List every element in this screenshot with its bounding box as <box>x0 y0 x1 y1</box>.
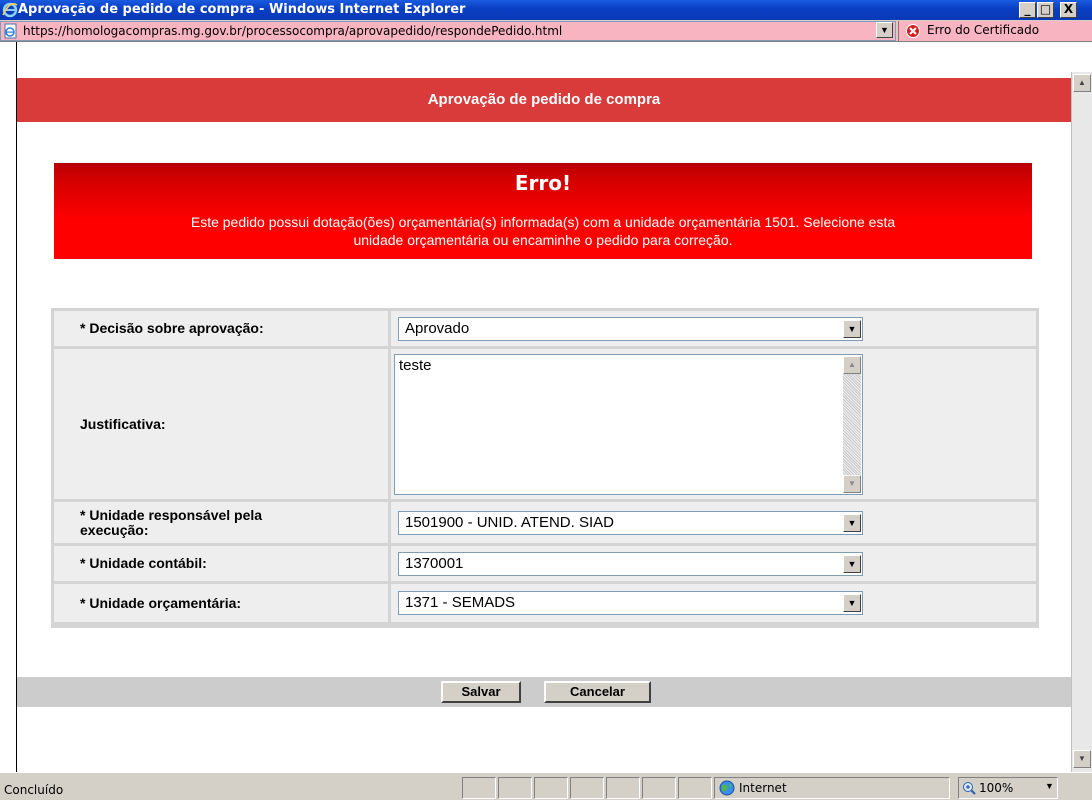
save-button[interactable]: Salvar <box>441 681 521 703</box>
justificativa-textarea[interactable]: teste ▲ ▼ <box>394 354 863 495</box>
unidade-orcamentaria-value: 1371 - SEMADS <box>405 594 516 611</box>
justificativa-value: teste <box>399 357 432 374</box>
approval-form: * Decisão sobre aprovação: Aprovado ▼ Ju… <box>51 308 1039 628</box>
error-message-line1: Este pedido possui dotação(ões) orçament… <box>190 214 896 230</box>
page-title: Aprovação de pedido de compra <box>17 78 1071 122</box>
dropdown-arrow-icon[interactable]: ▼ <box>843 320 861 338</box>
scroll-down-arrow-icon[interactable]: ▼ <box>843 475 861 493</box>
status-panel <box>678 777 712 799</box>
minimize-button[interactable]: _ <box>1019 2 1036 18</box>
status-panel <box>462 777 496 799</box>
unidade-contabil-value: 1370001 <box>405 555 464 572</box>
address-field[interactable]: https://homologacompras.mg.gov.br/proces… <box>0 21 896 41</box>
dropdown-arrow-icon[interactable]: ▼ <box>843 594 861 612</box>
zone-text: Internet <box>739 781 787 795</box>
unidade-contabil-cell: 1370001 ▼ <box>391 546 1036 581</box>
unidade-orcamentaria-label: * Unidade orçamentária: <box>54 584 388 622</box>
button-bar: Salvar Cancelar <box>17 677 1071 707</box>
unidade-contabil-select[interactable]: 1370001 ▼ <box>398 552 863 576</box>
address-bar: https://homologacompras.mg.gov.br/proces… <box>0 20 1092 42</box>
certificate-error-icon <box>906 24 920 38</box>
scroll-down-arrow-icon[interactable]: ▼ <box>1073 750 1091 768</box>
scroll-up-arrow-icon[interactable]: ▲ <box>843 356 861 374</box>
close-button[interactable]: X <box>1060 2 1077 18</box>
unidade-responsavel-select[interactable]: 1501900 - UNID. ATEND. SIAD ▼ <box>398 511 863 535</box>
zoom-level: 100% <box>979 781 1014 795</box>
status-bar: Concluído Internet 100% ▼ <box>0 772 1092 800</box>
status-panel <box>642 777 676 799</box>
maximize-button[interactable]: □ <box>1037 2 1054 18</box>
cancel-button[interactable]: Cancelar <box>544 681 651 703</box>
security-zone[interactable]: Internet <box>714 777 950 799</box>
certificate-error-button[interactable]: Erro do Certificado <box>898 21 1092 41</box>
status-text: Concluído <box>4 783 64 797</box>
window-titlebar: Aprovação de pedido de compra - Windows … <box>0 0 1092 20</box>
unidade-orcamentaria-cell: 1371 - SEMADS ▼ <box>391 584 1036 622</box>
decisao-value: Aprovado <box>405 320 470 337</box>
unidade-contabil-label: * Unidade contábil: <box>54 546 388 581</box>
decisao-label: * Decisão sobre aprovação: <box>54 311 388 346</box>
certificate-error-text: Erro do Certificado <box>927 23 1040 37</box>
unidade-responsavel-label-line1: * Unidade responsável pela <box>80 506 263 523</box>
window-left-edge <box>0 42 17 772</box>
dropdown-arrow-icon[interactable]: ▼ <box>843 555 861 573</box>
zoom-icon <box>963 782 976 795</box>
dropdown-arrow-icon[interactable]: ▼ <box>1045 781 1054 791</box>
status-panel <box>498 777 532 799</box>
unidade-responsavel-label: * Unidade responsável pela execução: <box>54 502 388 543</box>
unidade-responsavel-cell: 1501900 - UNID. ATEND. SIAD ▼ <box>391 502 1036 543</box>
decisao-select[interactable]: Aprovado ▼ <box>398 317 863 341</box>
dropdown-arrow-icon: ▼ <box>880 25 889 35</box>
page-icon <box>4 23 17 39</box>
status-panel <box>534 777 568 799</box>
unidade-responsavel-label-line2: execução: <box>80 521 149 538</box>
justificativa-label: Justificativa: <box>54 349 388 499</box>
justificativa-cell: teste ▲ ▼ <box>391 349 1036 499</box>
scroll-up-arrow-icon[interactable]: ▲ <box>1073 74 1091 92</box>
dropdown-arrow-icon[interactable]: ▼ <box>843 514 861 532</box>
status-panel <box>606 777 640 799</box>
error-title: Erro! <box>514 171 572 195</box>
decisao-cell: Aprovado ▼ <box>391 311 1036 346</box>
status-panel <box>570 777 604 799</box>
unidade-responsavel-value: 1501900 - UNID. ATEND. SIAD <box>405 514 614 531</box>
url-text: https://homologacompras.mg.gov.br/proces… <box>23 24 563 38</box>
error-message-line2: unidade orçamentária ou encaminhe o pedi… <box>353 232 733 248</box>
error-message-box: Erro! Este pedido possui dotação(ões) or… <box>54 163 1032 259</box>
textarea-scrollbar[interactable]: ▲ ▼ <box>843 356 861 493</box>
ie-logo-icon <box>2 2 18 18</box>
window-title: Aprovação de pedido de compra - Windows … <box>18 2 466 17</box>
zoom-control[interactable]: 100% ▼ <box>958 777 1058 799</box>
address-dropdown-button[interactable]: ▼ <box>876 22 893 38</box>
globe-icon <box>719 780 735 796</box>
vertical-scrollbar[interactable]: ▲ ▼ <box>1071 72 1092 772</box>
unidade-orcamentaria-select[interactable]: 1371 - SEMADS ▼ <box>398 591 863 615</box>
error-message: Este pedido possui dotação(ões) orçament… <box>54 213 1032 249</box>
